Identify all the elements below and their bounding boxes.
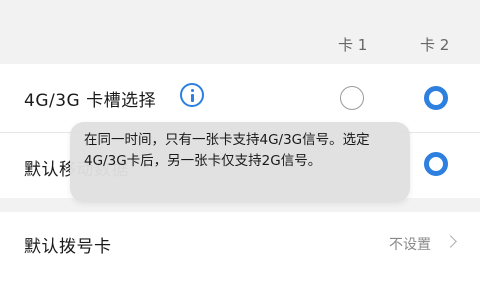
default-dial-value: 不设置 xyxy=(389,237,431,253)
sim-column-header: 卡 1 卡 2 xyxy=(0,24,480,64)
slot-select-label: 4G/3G 卡槽选择 xyxy=(24,91,157,111)
card1-header: 卡 1 xyxy=(338,36,368,54)
default-data-card2-radio[interactable] xyxy=(424,152,448,176)
card2-header: 卡 2 xyxy=(420,36,450,54)
default-dial-label: 默认拨号卡 xyxy=(24,237,112,257)
tooltip-text: 在同一时间，只有一张卡支持4G/3G信号。选定4G/3G卡后，另一张卡仅支持2G… xyxy=(84,132,370,169)
slot-select-card1-radio[interactable] xyxy=(340,86,364,110)
info-tooltip: 在同一时间，只有一张卡支持4G/3G信号。选定4G/3G卡后，另一张卡仅支持2G… xyxy=(70,122,410,202)
slot-select-row: 4G/3G 卡槽选择 xyxy=(0,64,480,130)
default-dial-row[interactable]: 默认拨号卡 不设置 xyxy=(0,212,480,274)
slot-select-card2-radio[interactable] xyxy=(424,86,448,110)
chevron-right-icon xyxy=(444,235,457,248)
info-icon[interactable] xyxy=(180,83,204,107)
